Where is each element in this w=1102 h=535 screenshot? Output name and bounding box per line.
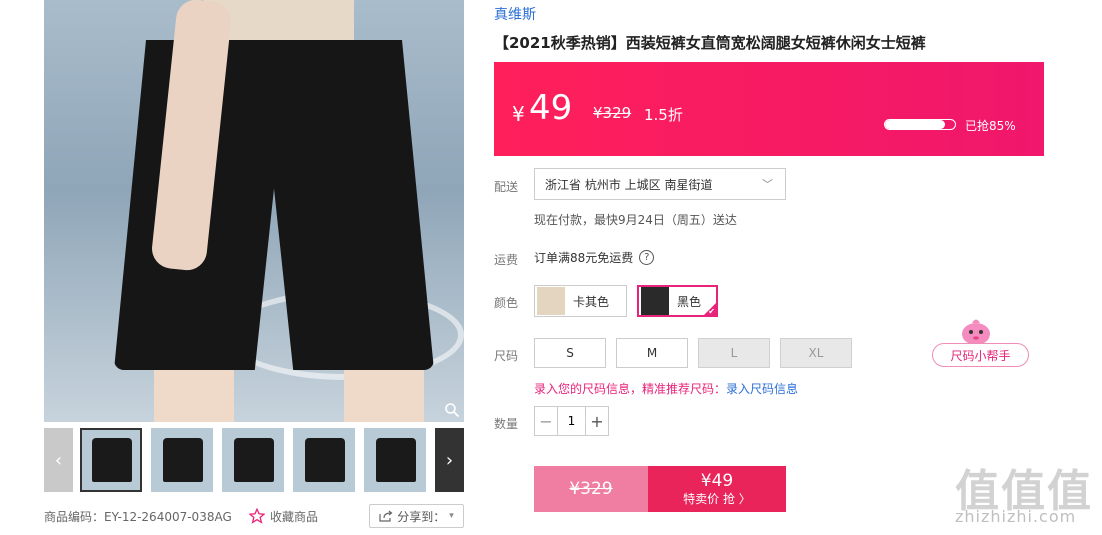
color-swatch bbox=[537, 287, 565, 315]
color-option-khaki[interactable]: 卡其色 bbox=[534, 285, 627, 317]
current-price: 49 bbox=[529, 88, 573, 128]
thumbnail[interactable] bbox=[364, 428, 426, 492]
question-icon[interactable]: ? bbox=[639, 250, 655, 265]
thumbnail[interactable] bbox=[293, 428, 355, 492]
size-option-l: L bbox=[698, 338, 770, 368]
main-product-image[interactable] bbox=[44, 0, 464, 422]
freight-label: 运费 bbox=[494, 253, 519, 267]
color-option-label: 黑色 bbox=[677, 294, 702, 309]
magnifier-icon[interactable] bbox=[444, 402, 460, 418]
favorite-label: 收藏商品 bbox=[270, 509, 319, 524]
watermark-url: zhizhizhi.com bbox=[955, 507, 1077, 526]
size-record-link[interactable]: 录入尺码信息 bbox=[726, 382, 798, 396]
thumbnail-strip: ‹ › bbox=[44, 428, 464, 492]
buy-price: ¥49 bbox=[700, 471, 734, 491]
price-banner: ¥ 49 ¥329 1.5折 已抢85% bbox=[494, 62, 1044, 156]
buy-now-button[interactable]: ¥49 特卖价 抢 〉 bbox=[648, 466, 786, 512]
chevron-down-icon: ﹀ bbox=[762, 178, 773, 191]
minus-button[interactable]: − bbox=[535, 407, 557, 435]
watermark: 值值值 zhizhizhi.com bbox=[955, 455, 1095, 530]
share-label: 分享到： bbox=[397, 509, 446, 524]
check-icon: ✔ bbox=[708, 307, 715, 316]
color-swatch bbox=[641, 287, 669, 315]
freight-text: 订单满88元免运费 bbox=[534, 251, 634, 265]
favorite-button[interactable]: 收藏商品 bbox=[249, 508, 318, 525]
address-value: 浙江省 杭州市 上城区 南星街道 bbox=[545, 177, 713, 192]
shipping-label: 配送 bbox=[494, 180, 519, 194]
color-option-label: 卡其色 bbox=[573, 294, 610, 309]
thumbnail[interactable] bbox=[222, 428, 284, 492]
currency-symbol: ¥ bbox=[512, 102, 525, 126]
delivery-estimate: 现在付款，最快9月24日（周五）送达 bbox=[534, 213, 737, 227]
share-icon bbox=[379, 510, 393, 522]
star-icon bbox=[249, 508, 265, 524]
original-price-button[interactable]: ¥329 bbox=[534, 466, 648, 512]
size-option-m[interactable]: M bbox=[616, 338, 688, 368]
size-option-xl: XL bbox=[780, 338, 852, 368]
mascot-icon bbox=[962, 319, 990, 345]
product-title: 【2021秋季热销】西装短裤女直筒宽松阔腿女短裤休闲女士短裤 bbox=[494, 34, 926, 52]
product-code: 商品编码：EY-12-264007-038AG bbox=[44, 509, 232, 524]
thumbnail[interactable] bbox=[151, 428, 213, 492]
sold-progress-fill bbox=[885, 120, 945, 129]
quantity-stepper: − + bbox=[534, 406, 609, 436]
size-hint: 录入您的尺码信息，精准推荐尺码：录入尺码信息 bbox=[534, 380, 798, 397]
share-button[interactable]: 分享到： ▾ bbox=[369, 504, 464, 528]
thumbnail[interactable] bbox=[80, 428, 142, 492]
color-label: 颜色 bbox=[494, 296, 519, 310]
freight-info: 订单满88元免运费 ? bbox=[534, 249, 655, 266]
chevron-right-icon: › bbox=[445, 449, 454, 471]
caret-down-icon: ▾ bbox=[449, 511, 454, 521]
quantity-label: 数量 bbox=[494, 417, 519, 431]
thumb-prev-button[interactable]: ‹ bbox=[44, 428, 73, 492]
address-select[interactable]: 浙江省 杭州市 上城区 南星街道 ﹀ bbox=[534, 168, 786, 200]
buy-action-label: 特卖价 抢 〉 bbox=[683, 492, 751, 506]
size-helper-button[interactable]: 尺码小帮手 bbox=[932, 343, 1029, 367]
size-hint-text: 录入您的尺码信息，精准推荐尺码： bbox=[534, 382, 727, 396]
discount-label: 1.5折 bbox=[644, 106, 683, 124]
plus-button[interactable]: + bbox=[586, 407, 608, 435]
size-label: 尺码 bbox=[494, 349, 519, 363]
quantity-input[interactable] bbox=[557, 407, 586, 435]
size-option-s[interactable]: S bbox=[534, 338, 606, 368]
sold-percent: 已抢85% bbox=[965, 119, 1016, 133]
sold-progress-bar bbox=[884, 119, 956, 130]
product-meta-row: 商品编码：EY-12-264007-038AG 收藏商品 分享到： ▾ bbox=[44, 504, 464, 528]
chevron-left-icon: ‹ bbox=[54, 449, 63, 471]
color-option-black[interactable]: 黑色 ✔ bbox=[637, 285, 718, 317]
thumb-next-button[interactable]: › bbox=[435, 428, 464, 492]
brand-link[interactable]: 真维斯 bbox=[494, 4, 536, 24]
original-price: ¥329 bbox=[593, 104, 632, 122]
